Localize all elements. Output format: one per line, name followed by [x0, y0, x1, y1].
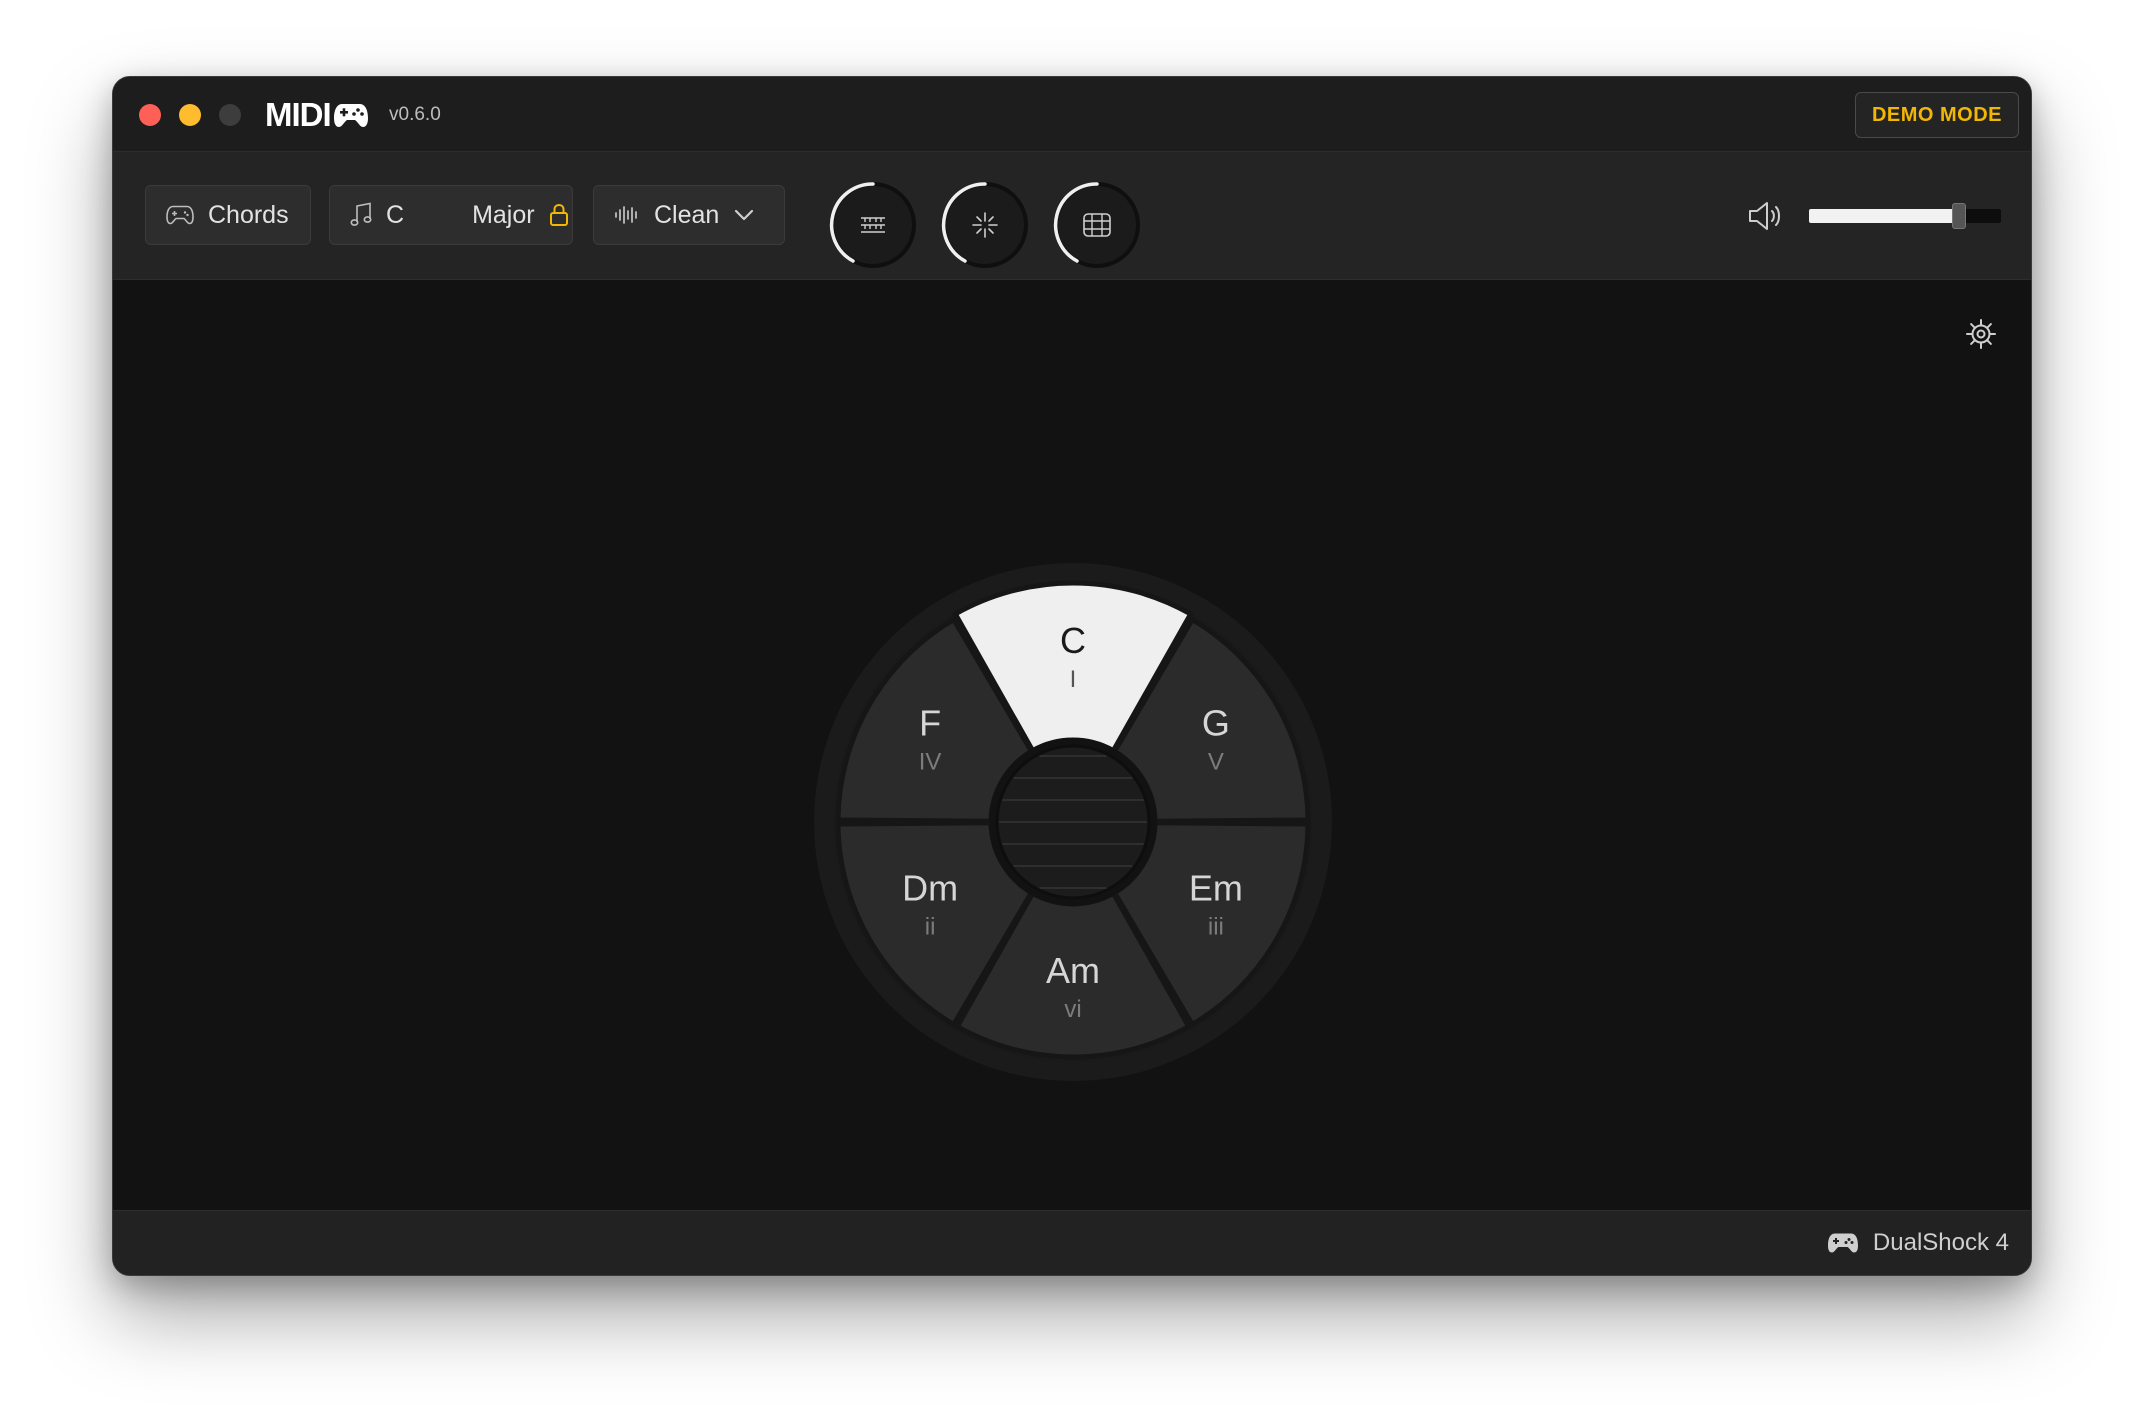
volume-thumb[interactable]	[1951, 203, 1966, 229]
chord-name: Dm	[902, 868, 958, 909]
chord-numeral: iii	[1208, 914, 1224, 941]
close-window-button[interactable]	[139, 104, 161, 126]
chord-numeral: vi	[1064, 996, 1081, 1023]
sound-label: Clean	[654, 200, 720, 229]
main-area: C I G V Em iii Am vi Dm ii F IV	[113, 280, 2031, 1212]
key-button[interactable]: C	[330, 201, 424, 230]
effects-button[interactable]	[941, 181, 1029, 269]
minimize-window-button[interactable]	[179, 104, 201, 126]
center-hub[interactable]	[995, 744, 1151, 900]
music-note-icon	[350, 202, 372, 226]
chord-numeral: IV	[919, 749, 942, 776]
grid-icon	[1083, 213, 1111, 237]
key-scale-selector: C Major	[329, 185, 573, 245]
chord-numeral: I	[1070, 666, 1077, 693]
status-bar: DualShock 4	[113, 1210, 2031, 1275]
app-logo: MIDI	[265, 95, 369, 135]
mode-label: Chords	[208, 200, 289, 229]
piano-icon	[861, 217, 885, 233]
chord-name: Am	[1046, 950, 1100, 991]
chord-numeral: V	[1208, 749, 1224, 776]
chord-name: G	[1202, 703, 1230, 744]
volume-fill	[1809, 209, 1959, 223]
scale-button[interactable]: Major	[452, 201, 589, 230]
gamepad-logo-icon	[333, 104, 368, 127]
gamepad-icon	[166, 205, 194, 225]
gear-icon[interactable]	[1965, 318, 1997, 350]
volume-slider[interactable]	[1809, 203, 2001, 229]
app-name: MIDI	[265, 96, 332, 133]
chord-name: C	[1060, 620, 1086, 661]
mode-button[interactable]: Chords	[145, 185, 311, 245]
key-label: C	[386, 200, 405, 229]
toolbar: Chords C Major Clean	[113, 152, 2031, 280]
title-bar: MIDI v0.6.0 DEMO MODE	[113, 77, 2031, 152]
app-window: MIDI v0.6.0 DEMO MODE Chords C Major Cle…	[112, 76, 2032, 1276]
scale-label: Major	[472, 200, 535, 229]
chevron-down-icon	[735, 209, 754, 221]
sparkle-icon	[972, 212, 998, 238]
chord-wheel: CI GV Em iii Am vi Dm ii F IV	[814, 563, 1332, 1081]
controller-status: DualShock 4	[1827, 1225, 2009, 1261]
controller-name: DualShock 4	[1872, 1229, 2009, 1256]
zoom-window-button[interactable]	[219, 104, 241, 126]
piano-mode-button[interactable]	[829, 181, 917, 269]
app-version: v0.6.0	[389, 104, 441, 125]
gamepad-icon	[1827, 1233, 1858, 1253]
chord-name: F	[919, 703, 941, 744]
lock-icon	[549, 203, 568, 226]
chord-numeral: ii	[925, 914, 936, 941]
sound-dropdown[interactable]: Clean	[593, 185, 785, 245]
chord-name: Em	[1189, 868, 1243, 909]
grid-view-button[interactable]	[1053, 181, 1141, 269]
demo-mode-badge[interactable]: DEMO MODE	[1854, 92, 2019, 138]
waveform-icon	[615, 206, 637, 224]
volume-icon[interactable]	[1745, 196, 1785, 236]
